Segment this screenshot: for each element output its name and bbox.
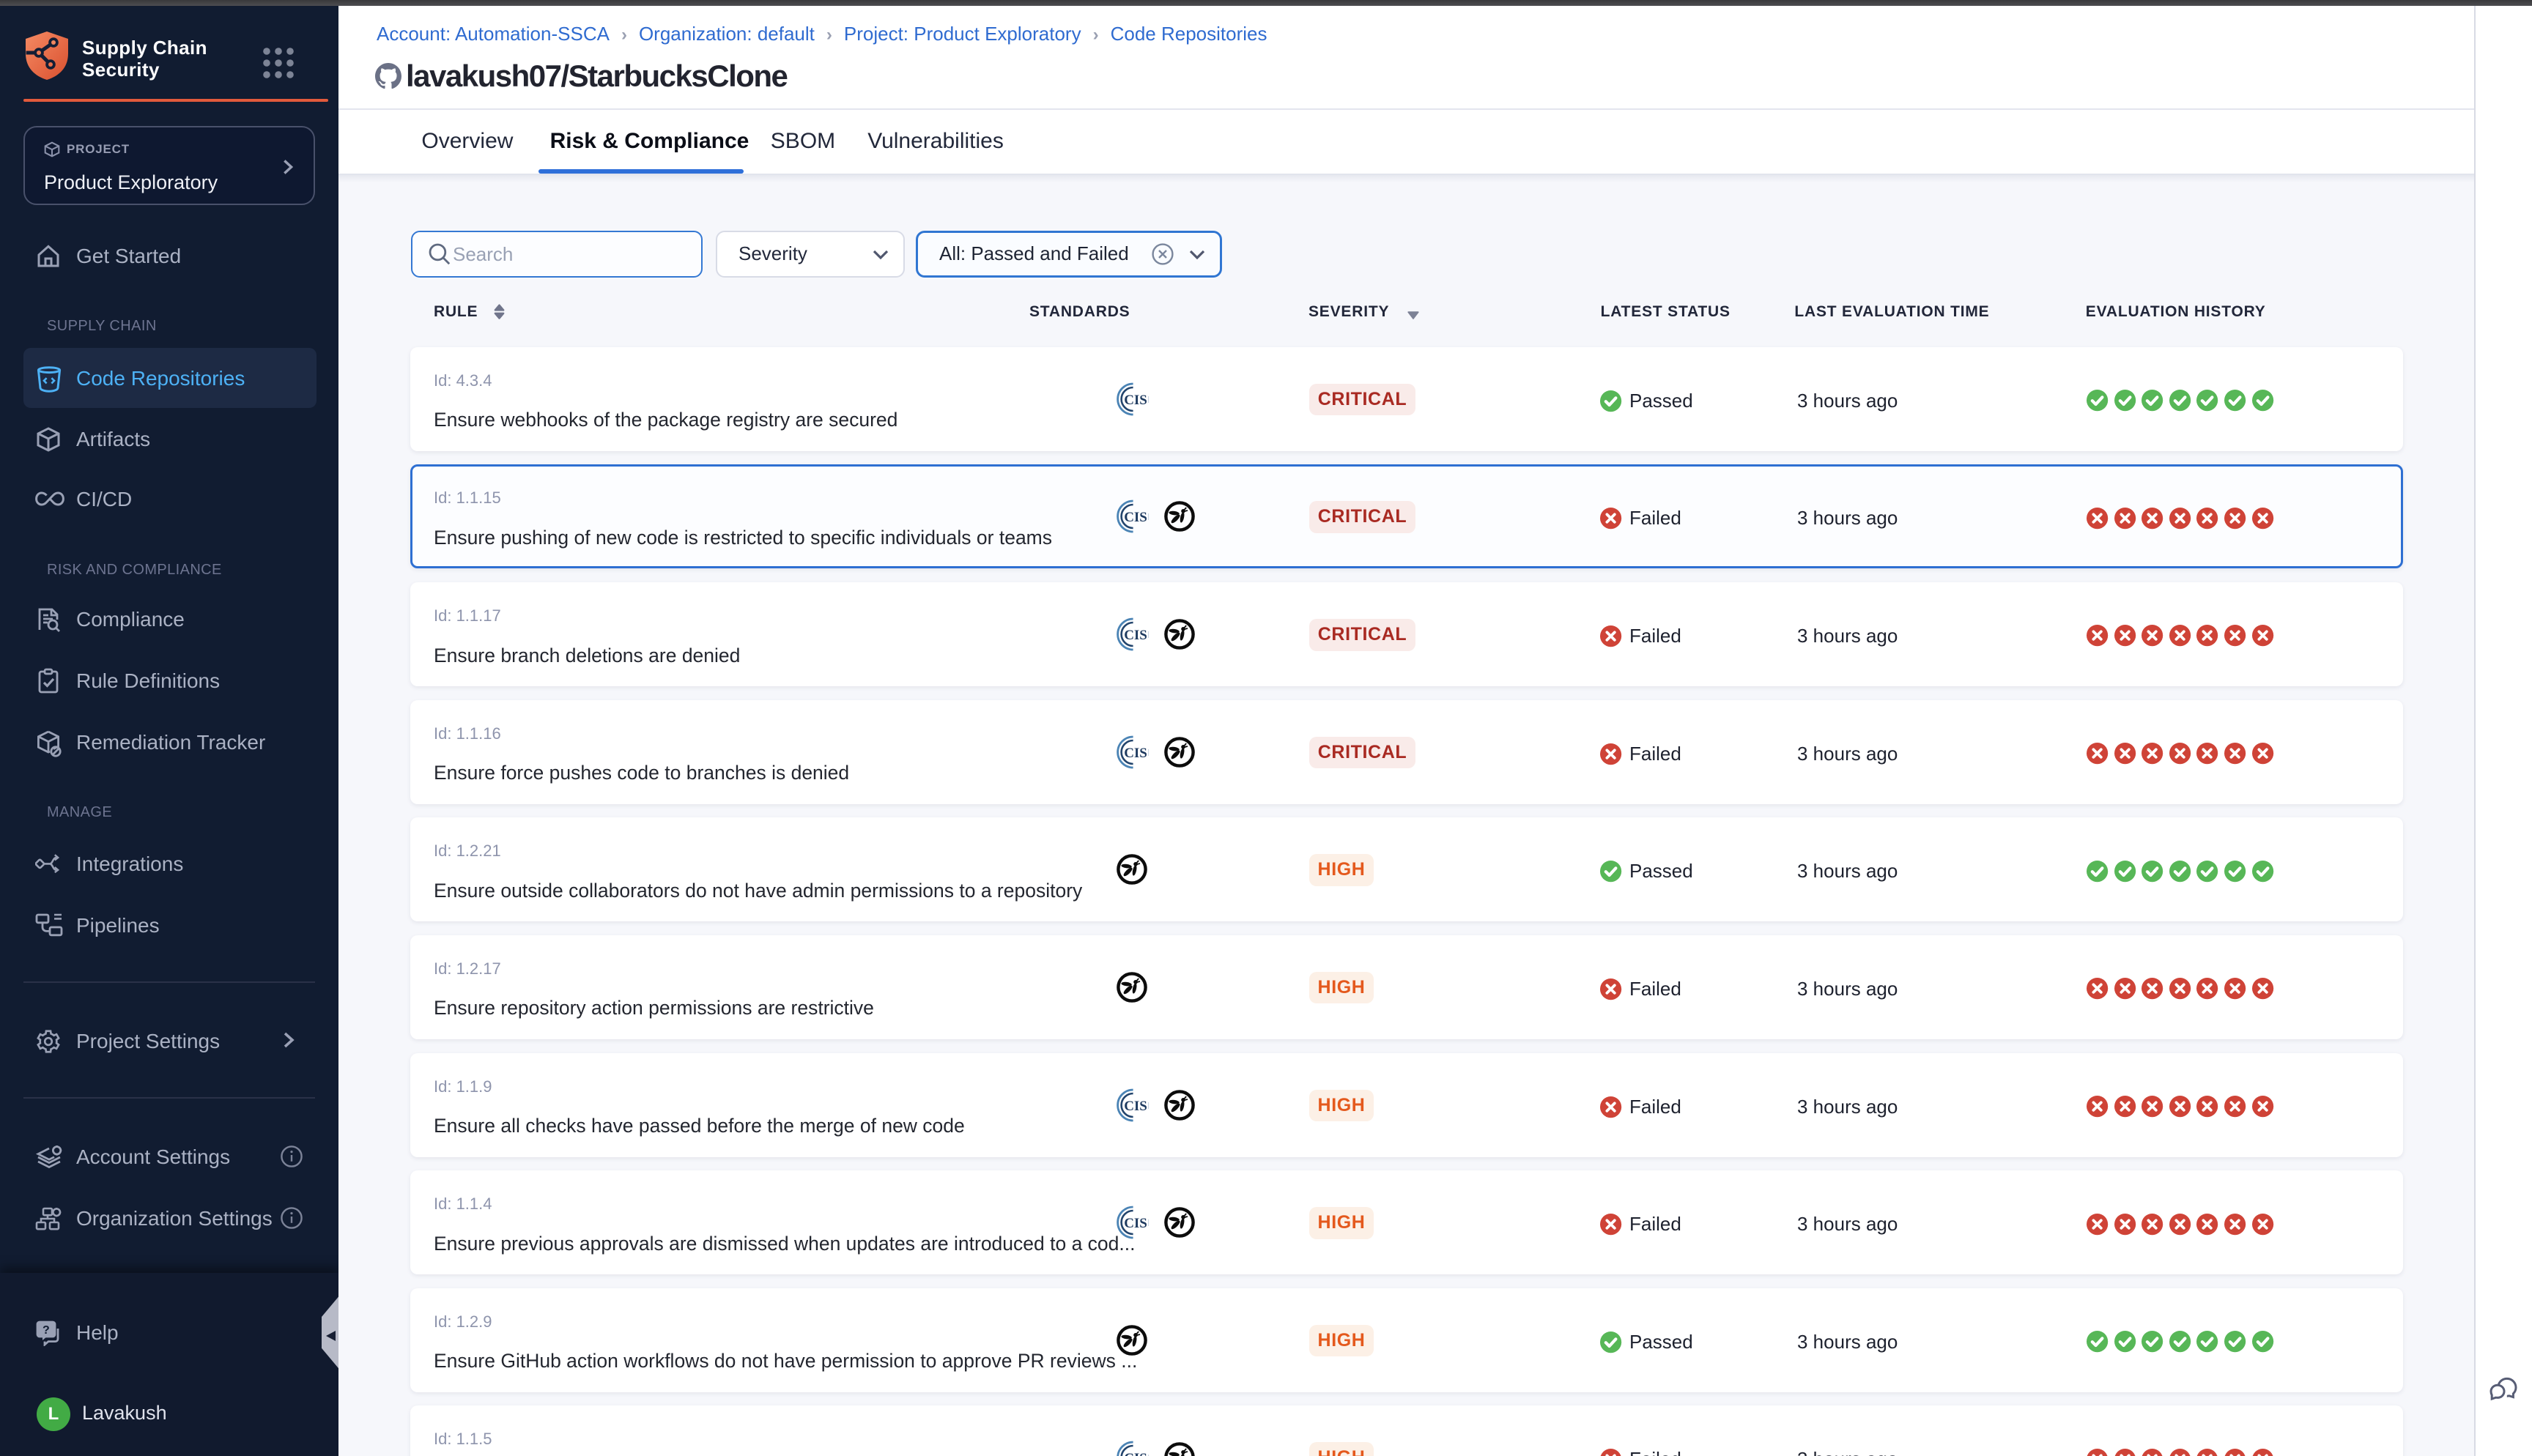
svg-text:?: ? bbox=[42, 1324, 50, 1337]
